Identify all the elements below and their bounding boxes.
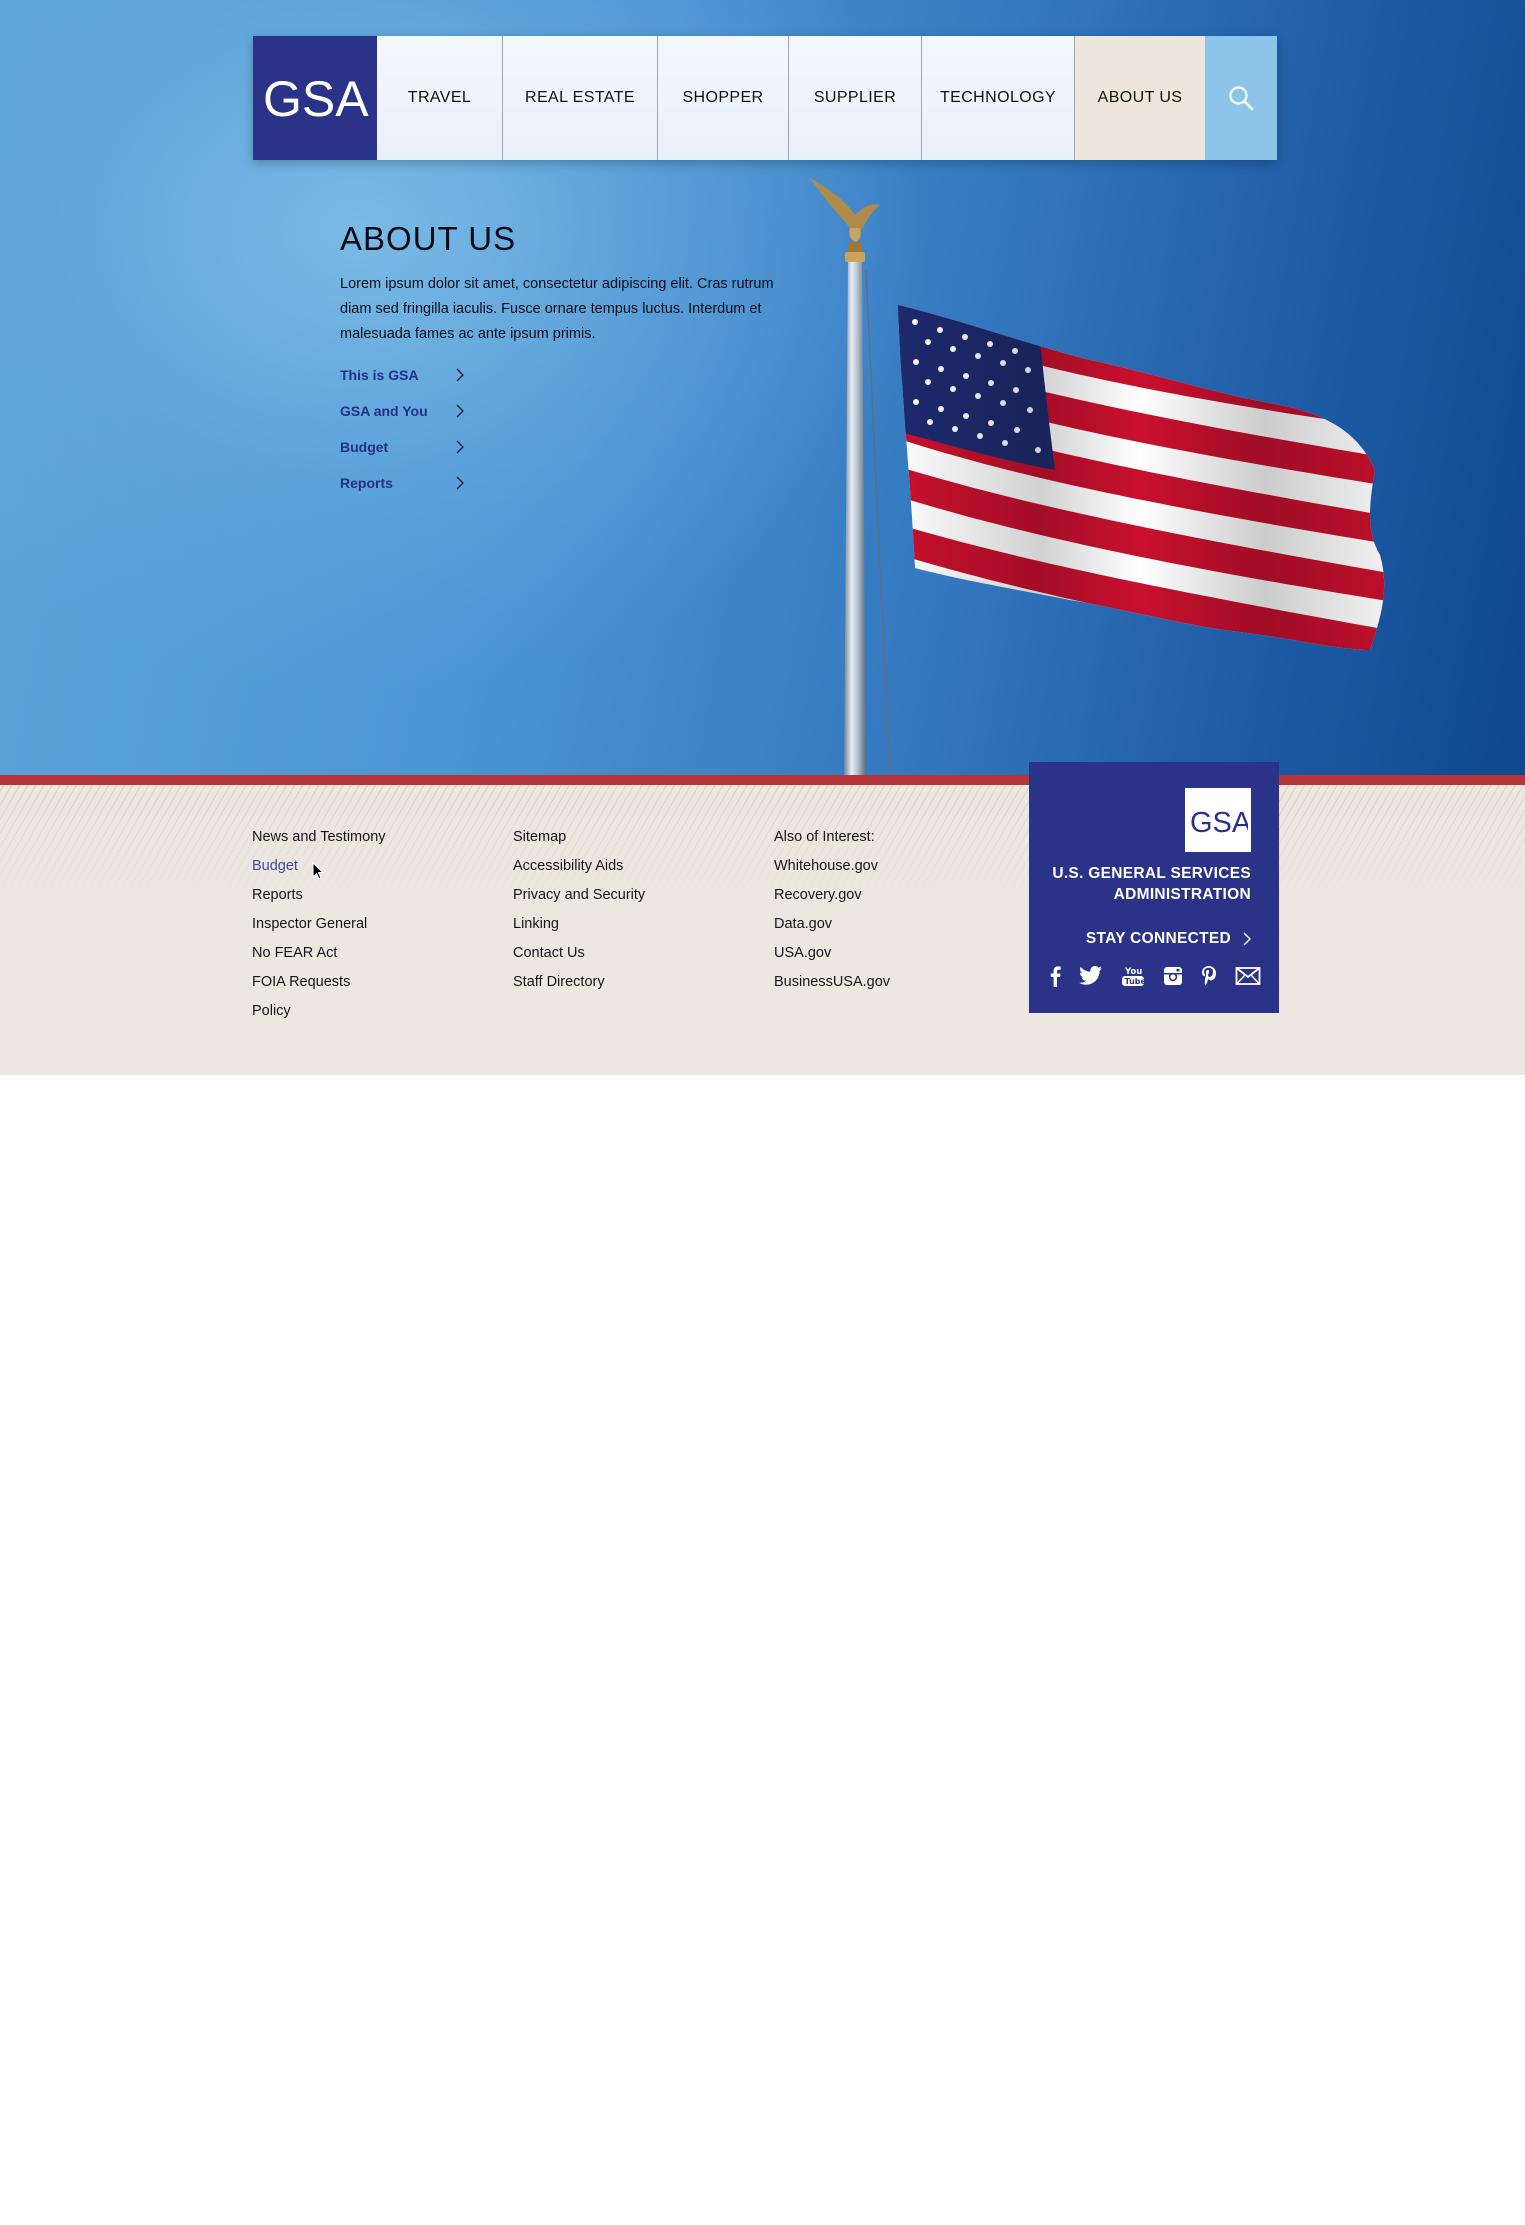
footer-link-recovery[interactable]: Recovery.gov bbox=[774, 885, 890, 914]
hero-flag-image bbox=[800, 170, 1450, 775]
nav-travel-label: TRAVEL bbox=[407, 89, 472, 106]
footer-link-no-fear-act[interactable]: No FEAR Act bbox=[252, 943, 386, 972]
footer-link-inspector-general[interactable]: Inspector General bbox=[252, 914, 386, 943]
link-budget[interactable]: Budget bbox=[340, 429, 464, 465]
chevron-right-icon bbox=[456, 404, 464, 418]
chevron-right-icon bbox=[1243, 932, 1251, 946]
svg-text:Tube: Tube bbox=[1125, 977, 1146, 986]
footer-link-staff-directory[interactable]: Staff Directory bbox=[513, 972, 645, 1001]
nav-about-us-label: ABOUT US bbox=[1097, 89, 1183, 106]
pinterest-icon[interactable] bbox=[1201, 965, 1217, 987]
about-links: This is GSA GSA and You Budget Reports bbox=[340, 357, 790, 501]
gsa-box-logo[interactable]: GSA bbox=[1185, 788, 1251, 852]
nav-real-estate[interactable]: REAL ESTATE bbox=[503, 36, 658, 160]
flag-fabric bbox=[898, 305, 1385, 650]
footer-link-linking[interactable]: Linking bbox=[513, 914, 645, 943]
footer-col-1: News and Testimony Budget Reports Inspec… bbox=[252, 827, 386, 1030]
footer-link-news-testimony[interactable]: News and Testimony bbox=[252, 827, 386, 856]
main-nav: GSA TRAVEL REAL ESTATE SHOPPER SUPPLIER … bbox=[253, 36, 1277, 160]
footer-link-policy[interactable]: Policy bbox=[252, 1001, 386, 1030]
agency-name-line-2: ADMINISTRATION bbox=[1113, 886, 1251, 903]
footer-link-sitemap[interactable]: Sitemap bbox=[513, 827, 645, 856]
footer-link-accessibility-aids[interactable]: Accessibility Aids bbox=[513, 856, 645, 885]
link-reports-label: Reports bbox=[340, 475, 393, 491]
gsa-logo-text: GSA bbox=[263, 71, 369, 126]
nav-supplier[interactable]: SUPPLIER bbox=[789, 36, 922, 160]
gsa-logo[interactable]: GSA bbox=[253, 36, 377, 160]
nav-technology[interactable]: TECHNOLOGY bbox=[922, 36, 1075, 160]
footer-link-data-gov[interactable]: Data.gov bbox=[774, 914, 890, 943]
footer-col-3-heading: Also of Interest: bbox=[774, 829, 875, 845]
chevron-right-icon bbox=[456, 368, 464, 382]
footer-link-usa-gov[interactable]: USA.gov bbox=[774, 943, 890, 972]
intro-paragraph: Lorem ipsum dolor sit amet, consectetur … bbox=[340, 276, 774, 342]
nav-shopper-label: SHOPPER bbox=[682, 89, 764, 106]
social-icons: You Tube bbox=[1049, 962, 1261, 990]
nav-real-estate-label: REAL ESTATE bbox=[525, 89, 635, 106]
instagram-icon[interactable] bbox=[1163, 966, 1183, 986]
nav-about-us[interactable]: ABOUT US bbox=[1075, 36, 1205, 160]
mouse-pointer-icon bbox=[312, 862, 324, 880]
footer-link-businessusa[interactable]: BusinessUSA.gov bbox=[774, 972, 890, 1001]
footer-link-foia-requests[interactable]: FOIA Requests bbox=[252, 972, 386, 1001]
footer-top-border bbox=[0, 775, 1525, 785]
footer-link-whitehouse[interactable]: Whitehouse.gov bbox=[774, 856, 890, 885]
gsa-box-logo-text: GSA bbox=[1190, 807, 1248, 837]
hero-section: GSA TRAVEL REAL ESTATE SHOPPER SUPPLIER … bbox=[0, 0, 1525, 775]
agency-name: U.S. GENERAL SERVICES ADMINISTRATION bbox=[1052, 863, 1251, 905]
youtube-icon[interactable]: You Tube bbox=[1121, 965, 1145, 987]
link-budget-label: Budget bbox=[340, 439, 389, 455]
link-gsa-and-you[interactable]: GSA and You bbox=[340, 393, 464, 429]
nav-travel[interactable]: TRAVEL bbox=[377, 36, 503, 160]
facebook-icon[interactable] bbox=[1049, 965, 1061, 987]
search-button[interactable] bbox=[1205, 36, 1277, 160]
chevron-right-icon bbox=[456, 476, 464, 490]
footer-col-2: Sitemap Accessibility Aids Privacy and S… bbox=[513, 827, 645, 1001]
chevron-right-icon bbox=[456, 440, 464, 454]
link-this-is-gsa[interactable]: This is GSA bbox=[340, 357, 464, 393]
eagle-finial bbox=[810, 178, 880, 254]
stay-connected-link[interactable]: STAY CONNECTED bbox=[1086, 930, 1251, 948]
footer-stripe-pattern bbox=[0, 785, 1525, 895]
footer-col-3: Also of Interest: Whitehouse.gov Recover… bbox=[774, 827, 890, 1001]
gsa-contact-box: GSA U.S. GENERAL SERVICES ADMINISTRATION… bbox=[1029, 762, 1279, 1013]
link-this-is-gsa-label: This is GSA bbox=[340, 367, 419, 383]
stay-connected-label: STAY CONNECTED bbox=[1085, 930, 1231, 947]
nav-technology-label: TECHNOLOGY bbox=[939, 89, 1056, 106]
search-icon bbox=[1229, 86, 1254, 111]
svg-text:You: You bbox=[1124, 967, 1142, 977]
page-title: ABOUT US bbox=[340, 220, 517, 257]
link-gsa-and-you-label: GSA and You bbox=[340, 403, 428, 419]
nav-supplier-label: SUPPLIER bbox=[813, 89, 897, 106]
twitter-icon[interactable] bbox=[1079, 966, 1103, 986]
footer-link-privacy-security[interactable]: Privacy and Security bbox=[513, 885, 645, 914]
link-reports[interactable]: Reports bbox=[340, 465, 464, 501]
footer: News and Testimony Budget Reports Inspec… bbox=[0, 785, 1525, 1075]
agency-name-line-1: U.S. GENERAL SERVICES bbox=[1052, 865, 1251, 882]
nav-shopper[interactable]: SHOPPER bbox=[658, 36, 789, 160]
footer-link-contact-us[interactable]: Contact Us bbox=[513, 943, 645, 972]
email-icon[interactable] bbox=[1235, 966, 1261, 986]
about-intro: ABOUT US Lorem ipsum dolor sit amet, con… bbox=[340, 220, 790, 501]
footer-link-reports[interactable]: Reports bbox=[252, 885, 386, 914]
